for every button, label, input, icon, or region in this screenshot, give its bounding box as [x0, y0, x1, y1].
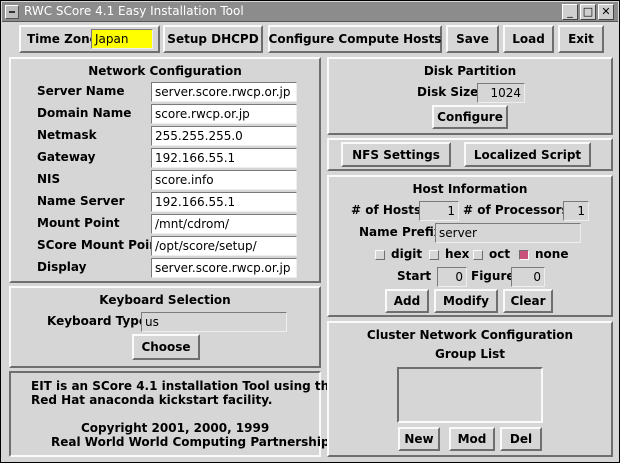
about-line-2: Red Hat anaconda kickstart facility. — [31, 393, 273, 407]
none-radio[interactable] — [519, 250, 529, 260]
mount-point-label: Mount Point — [37, 216, 120, 230]
netmask-field[interactable]: 255.255.255.0 — [151, 126, 297, 146]
choose-button[interactable]: Choose — [132, 334, 200, 360]
name-server-field[interactable]: 192.166.55.1 — [151, 192, 297, 212]
disk-partition-panel: Disk Partition Disk Size 1024 Configure — [327, 57, 613, 135]
name-prefix-field[interactable]: server — [435, 223, 581, 243]
mount-point-field[interactable]: /mnt/cdrom/ — [151, 214, 297, 234]
gateway-field[interactable]: 192.166.55.1 — [151, 148, 297, 168]
host-information-panel: Host Information # of Hosts 1 # of Proce… — [327, 175, 613, 317]
domain-name-label: Domain Name — [37, 106, 132, 120]
domain-name-field[interactable]: score.rwcp.or.jp — [151, 104, 297, 124]
num-processors-label: # of Processors — [463, 203, 569, 217]
oct-radio-label: oct — [489, 247, 511, 261]
figure-field[interactable]: 0 — [511, 267, 545, 287]
num-processors-field[interactable]: 1 — [563, 201, 589, 221]
nfs-settings-button[interactable]: NFS Settings — [341, 142, 451, 167]
window-menu-icon[interactable] — [5, 5, 19, 19]
display-label: Display — [37, 260, 87, 274]
start-label: Start — [397, 269, 432, 283]
close-button[interactable]: ✕ — [598, 4, 614, 20]
digit-radio-label: digit — [391, 247, 423, 261]
keyboard-selection-panel: Keyboard Selection Keyboard Type us Choo… — [9, 286, 321, 368]
timezone-field[interactable]: Japan — [91, 29, 153, 49]
hex-radio-label: hex — [445, 247, 470, 261]
score-mount-point-field[interactable]: /opt/score/setup/ — [151, 236, 297, 256]
digit-radio[interactable] — [375, 250, 385, 260]
display-field[interactable]: server.score.rwcp.or.jp — [151, 258, 297, 278]
network-config-heading: Network Configuration — [88, 64, 242, 78]
name-server-label: Name Server — [37, 194, 125, 208]
clear-button[interactable]: Clear — [503, 289, 553, 313]
gateway-label: Gateway — [37, 150, 96, 164]
localized-script-button[interactable]: Localized Script — [464, 142, 591, 167]
disk-partition-heading: Disk Partition — [423, 64, 517, 78]
minimize-button[interactable]: _ — [562, 4, 578, 20]
organization-line: Real World World Computing Partnership — [51, 435, 330, 449]
server-name-field[interactable]: server.score.rwcp.or.jp — [151, 82, 297, 102]
exit-button[interactable]: Exit — [558, 25, 604, 53]
host-information-heading: Host Information — [412, 182, 528, 196]
add-button[interactable]: Add — [385, 289, 429, 313]
configure-compute-hosts-button[interactable]: Configure Compute Hosts — [268, 25, 442, 53]
new-group-button[interactable]: New — [398, 427, 440, 451]
maximize-button[interactable]: □ — [580, 4, 596, 20]
copyright-line: Copyright 2001, 2000, 1999 — [81, 421, 270, 435]
keyboard-selection-heading: Keyboard Selection — [99, 293, 231, 307]
nfs-script-panel: NFS Settings Localized Script — [327, 138, 613, 171]
score-mount-point-label: SCore Mount Point — [37, 238, 164, 252]
setup-dhcpd-button[interactable]: Setup DHCPD — [163, 25, 263, 53]
disk-size-label: Disk Size — [417, 85, 479, 99]
app-window: RWC SCore 4.1 Easy Installation Tool _ □… — [0, 0, 620, 463]
keyboard-type-label: Keyboard Type — [47, 314, 147, 328]
cluster-network-heading: Cluster Network Configuration — [366, 328, 574, 342]
title-bar[interactable]: RWC SCore 4.1 Easy Installation Tool _ □… — [2, 2, 618, 22]
disk-size-field[interactable]: 1024 — [477, 83, 525, 103]
nis-label: NIS — [37, 172, 61, 186]
timezone-label: Time Zone — [27, 32, 98, 46]
oct-radio[interactable] — [473, 250, 483, 260]
network-config-panel: Network Configuration Server Name server… — [9, 57, 321, 283]
disk-configure-button[interactable]: Configure — [432, 105, 508, 129]
none-radio-label: none — [535, 247, 569, 261]
nis-field[interactable]: score.info — [151, 170, 297, 190]
timezone-frame: Time Zone Japan — [19, 25, 160, 53]
figure-label: Figure — [471, 269, 515, 283]
cluster-network-panel: Cluster Network Configuration Group List… — [327, 321, 613, 457]
server-name-label: Server Name — [37, 84, 125, 98]
delete-group-button[interactable]: Del — [500, 427, 542, 451]
about-line-1: EIT is an SCore 4.1 installation Tool us… — [31, 379, 338, 393]
group-list[interactable] — [397, 367, 543, 423]
window-title: RWC SCore 4.1 Easy Installation Tool — [24, 4, 244, 18]
num-hosts-field[interactable]: 1 — [419, 201, 459, 221]
start-field[interactable]: 0 — [437, 267, 467, 287]
keyboard-type-field[interactable]: us — [141, 312, 287, 332]
modify-group-button[interactable]: Mod — [449, 427, 495, 451]
load-button[interactable]: Load — [503, 25, 554, 53]
name-prefix-label: Name Prefix — [359, 225, 442, 239]
hex-radio[interactable] — [429, 250, 439, 260]
num-hosts-label: # of Hosts — [351, 203, 422, 217]
about-panel: EIT is an SCore 4.1 installation Tool us… — [9, 371, 337, 457]
group-list-label: Group List — [435, 347, 505, 361]
save-button[interactable]: Save — [446, 25, 499, 53]
modify-button[interactable]: Modify — [434, 289, 498, 313]
netmask-label: Netmask — [37, 128, 97, 142]
